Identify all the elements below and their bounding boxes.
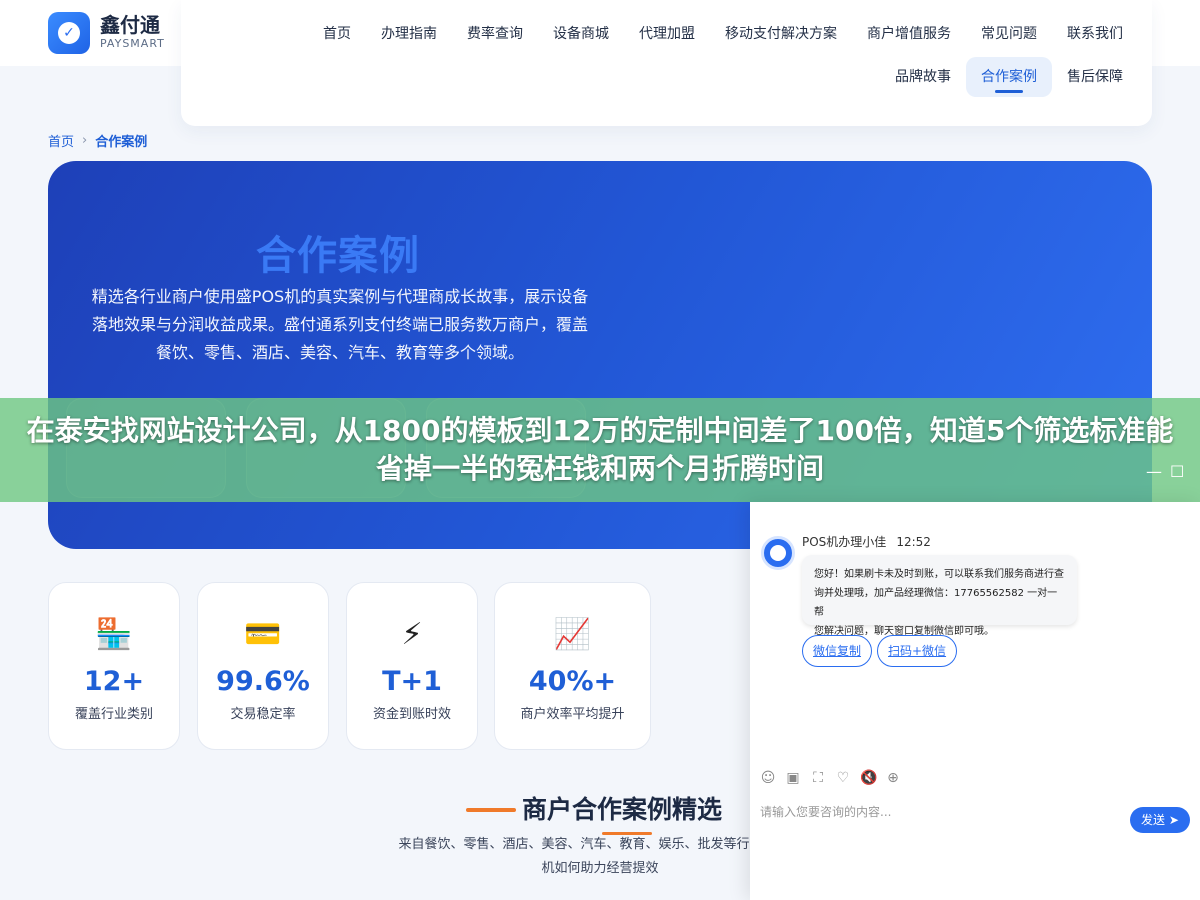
brand-name-en: PAYSMART [100,37,165,50]
breadcrumb-home[interactable]: 首页 [48,131,74,150]
hero-description: 精选各行业商户使用盛POS机的真实案例与代理商成长故事，展示设备 落地效果与分润… [62,283,618,367]
send-arrow-icon: ➤ [1168,813,1179,827]
send-label: 发送 [1141,813,1166,827]
agent-name: POS机办理小佳 [802,535,887,549]
message-time: 12:52 [896,535,931,549]
hero-title: 合作案例 [256,233,420,279]
stat-value: T+1 [382,666,442,697]
emoji-icon[interactable]: ☺ [760,770,776,786]
stat-value: 12+ [83,666,145,697]
hero-description-line: 落地效果与分润收益成果。盛付通系列支付终端已服务数万商户，覆盖 [91,315,588,334]
main-nav: 首页 办理指南 费率查询 设备商城 代理加盟 移动支付解决方案 商户增值服务 常… [181,0,1152,126]
brand-name: 鑫付通 [100,13,160,37]
send-button[interactable]: 发送 ➤ [1130,807,1190,833]
copy-wechat-button[interactable]: 微信复制 [802,635,873,667]
stat-label: 资金到账时效 [372,707,451,722]
stat-label: 商户效率平均提升 [520,707,625,722]
image-icon[interactable]: ▣ [785,770,801,786]
nav-row-primary: 首页 办理指南 费率查询 设备商城 代理加盟 移动支付解决方案 商户增值服务 常… [308,14,1138,54]
stat-card-settlement: ⚡ T+1 资金到账时效 [346,582,478,750]
evaluate-icon[interactable]: ♡ [835,770,851,786]
breadcrumb-separator: › [82,133,88,148]
section-title: 商户合作案例精选 [522,795,723,824]
message-line: 询并处理哦，加产品经理微信：17765562582 一对一帮 [814,588,1058,618]
nav-item-agent[interactable]: 代理加盟 [624,14,710,54]
minimize-icon[interactable]: — [1146,462,1162,481]
mute-icon[interactable]: 🔇 [860,770,877,786]
agent-avatar [761,536,795,570]
chat-meta: POS机办理小佳 12:52 [802,533,931,550]
chart-up-icon: 📈 [553,617,592,652]
article-title-banner: 在泰安找网站设计公司，从1800的模板到12万的定制中间差了100倍，知道5个筛… [0,398,1200,502]
chat-widget: POS机办理小佳 12:52 您好！如果刷卡未及时到账，可以联系我们服务商进行查 … [750,502,1200,900]
breadcrumb: 首页 › 合作案例 [48,131,147,150]
stat-label: 交易稳定率 [230,707,296,722]
hero-description-line: 餐饮、零售、酒店、美容、汽车、教育等多个领域。 [155,343,524,362]
nav-item-contact[interactable]: 联系我们 [1052,14,1138,54]
nav-item-guide[interactable]: 办理指南 [366,14,452,54]
nav-item-cases[interactable]: 合作案例 [966,57,1052,97]
brand-logo[interactable]: ✓ 鑫付通 PAYSMART [48,12,165,54]
nav-item-mobile-pay[interactable]: 移动支付解决方案 [710,14,852,54]
article-title: 在泰安找网站设计公司，从1800的模板到12万的定制中间差了100倍，知道5个筛… [26,414,1174,485]
nav-item-merchant-services[interactable]: 商户增值服务 [852,14,966,54]
message-line: 您好！如果刷卡未及时到账，可以联系我们服务商进行查 [814,569,1064,580]
maximize-icon[interactable]: ☐ [1170,462,1184,481]
section-heading: 商户合作案例精选 [466,790,722,826]
nav-item-shop[interactable]: 设备商城 [538,14,624,54]
stat-value: 40%+ [528,666,617,697]
stat-card-stability: 💳 99.6% 交易稳定率 [197,582,329,750]
stat-value: 99.6% [216,666,310,697]
nav-item-faq[interactable]: 常见问题 [966,14,1052,54]
stat-label: 覆盖行业类别 [74,707,153,722]
card-icon: 💳 [244,617,282,652]
scan-wechat-button[interactable]: 扫码+微信 [877,635,958,667]
stat-card-industries: 🏪 12+ 覆盖行业类别 [48,582,180,750]
lightning-icon: ⚡ [401,617,423,652]
nav-row-secondary: 品牌故事 合作案例 售后保障 [880,57,1138,97]
more-icon[interactable]: ⊕ [885,770,901,786]
store-icon: 🏪 [95,617,133,652]
heading-accent-bar [466,808,516,812]
hero-description-line: 精选各行业商户使用盛POS机的真实案例与代理商成长故事，展示设备 [91,287,589,306]
nav-item-rates[interactable]: 费率查询 [452,14,538,54]
breadcrumb-current: 合作案例 [95,135,148,150]
chat-message-input[interactable] [760,802,1120,822]
message-bubble: 您好！如果刷卡未及时到账，可以联系我们服务商进行查 询并处理哦，加产品经理微信：… [802,555,1077,637]
nav-item-home[interactable]: 首页 [308,14,366,54]
nav-item-brand-story[interactable]: 品牌故事 [880,57,966,97]
nav-item-after-sales[interactable]: 售后保障 [1052,57,1138,97]
screenshot-icon[interactable]: ⛶ [810,770,826,786]
chat-toolbar: ☺ ▣ ⛶ ♡ 🔇 ⊕ [760,770,901,786]
stat-card-efficiency: 📈 40%+ 商户效率平均提升 [494,582,651,750]
logo-check-icon: ✓ [48,12,90,54]
